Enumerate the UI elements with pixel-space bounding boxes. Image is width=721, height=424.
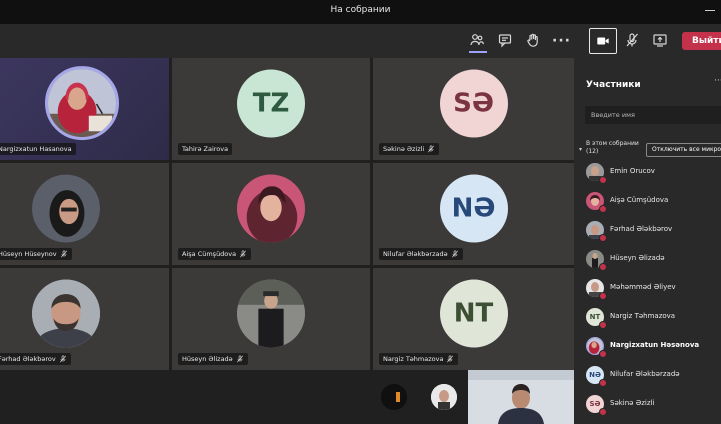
participant-tile[interactable]: Nargizxatun Hasanova — [0, 58, 169, 160]
panel-more-icon[interactable]: ··· — [714, 76, 721, 86]
presence-busy-icon — [599, 205, 607, 213]
participant-photo — [237, 174, 305, 243]
presence-busy-icon — [599, 379, 607, 387]
mic-off-icon — [59, 355, 66, 363]
participant-photo — [32, 174, 100, 243]
tile-name-label: Nargizxatun Hasanova — [0, 143, 76, 155]
title-bar: На собрании — [0, 0, 721, 24]
self-video-preview[interactable] — [468, 370, 574, 424]
mic-off-icon[interactable] — [623, 32, 641, 50]
participant-name: Aişə Cümşüdova — [610, 196, 669, 204]
participant-name: Emin Orucov — [610, 167, 655, 175]
mic-off-icon — [451, 250, 458, 258]
participant-tile[interactable]: Hüseyn Hüseynov — [0, 163, 169, 265]
tile-name-label: Hüseyn Əlizadə — [178, 353, 248, 365]
participant-tile[interactable]: Aişa Cümşüdova — [172, 163, 370, 265]
participant-tile[interactable]: Hüseyn Əlizadə — [172, 268, 370, 370]
presence-busy-icon — [599, 408, 607, 416]
participant-search-input[interactable] — [585, 106, 721, 124]
initials-avatar: SƏ — [439, 69, 508, 138]
minimize-icon[interactable] — [705, 10, 715, 11]
initials-avatar: NƏ — [439, 174, 508, 243]
tile-name-label: Hüseyn Hüseynov — [0, 248, 72, 260]
participant-tile[interactable]: SƏ Səkinə Əzizli — [373, 58, 574, 160]
more-icon[interactable]: ··· — [552, 32, 570, 50]
raise-hand-icon[interactable] — [524, 32, 542, 50]
tile-name-label: Nargiz Təhmazova — [379, 353, 459, 365]
leave-button[interactable]: Выйти — [682, 32, 721, 50]
participant-tile[interactable]: Fərhad Ələkbərov — [0, 268, 169, 370]
participant-list-item[interactable]: SƏ Səkinə Əzizli — [574, 390, 721, 418]
participant-list-item[interactable]: Məhəmməd Əliyev — [574, 274, 721, 302]
participant-tile[interactable]: NƏ Nilufar Ələkbərzadə — [373, 163, 574, 265]
participant-mini-avatar[interactable] — [431, 384, 457, 410]
participant-list-item[interactable]: Emin Orucov — [574, 158, 721, 186]
participants-panel: Участники ··· ▾ В этом собрании(12) Откл… — [574, 58, 721, 424]
participant-name: Məhəmməd Əliyev — [610, 283, 676, 291]
participant-list-item[interactable]: NT Nargiz Təhmazova — [574, 303, 721, 331]
presence-busy-icon — [599, 263, 607, 271]
participants-active-indicator — [469, 51, 487, 53]
tile-name-label: Fərhad Ələkbərov — [0, 353, 71, 365]
chevron-down-icon[interactable]: ▾ — [579, 146, 582, 153]
participant-photo — [45, 66, 119, 141]
mic-off-icon — [236, 355, 243, 363]
presence-busy-icon — [599, 176, 607, 184]
meeting-toolbar: ··· Выйти — [0, 24, 721, 58]
initials-avatar: NT — [439, 279, 508, 348]
tile-name-label: Aişa Cümşüdova — [178, 248, 252, 260]
participant-name: Səkinə Əzizli — [610, 399, 655, 407]
video-grid: Nargizxatun Hasanova TZ Tahirə Zairova S… — [0, 58, 574, 370]
participant-list-item[interactable]: NƏ Nilufar Ələkbərzadə — [574, 361, 721, 389]
camera-icon — [597, 37, 609, 45]
camera-button[interactable] — [589, 28, 617, 54]
share-screen-icon[interactable] — [651, 32, 669, 50]
participant-name: Nargiz Təhmazova — [610, 312, 676, 320]
chat-icon[interactable] — [496, 32, 514, 50]
mic-off-icon — [240, 250, 247, 258]
participant-name: Hüseyn Əlizadə — [610, 254, 665, 262]
panel-title: Участники — [586, 80, 641, 90]
mute-all-button[interactable]: Отключить все микрофоны — [646, 143, 721, 157]
presence-busy-icon — [599, 292, 607, 300]
mic-off-icon — [447, 355, 454, 363]
mic-off-icon — [60, 250, 67, 258]
participant-list-item[interactable]: Nargizxatun Həsənova — [574, 332, 721, 360]
participant-name: Fərhad Ələkbərov — [610, 225, 673, 233]
tile-name-label: Tahirə Zairova — [178, 143, 233, 155]
participant-list-item[interactable]: Fərhad Ələkbərov — [574, 216, 721, 244]
participant-photo — [32, 279, 100, 348]
tile-name-label: Səkinə Əzizli — [379, 143, 440, 155]
participant-photo — [237, 279, 305, 348]
participant-tile[interactable]: NT Nargiz Təhmazova — [373, 268, 574, 370]
window-title: На собрании — [330, 5, 391, 15]
presence-busy-icon — [599, 350, 607, 358]
participants-icon[interactable] — [468, 32, 486, 50]
in-meeting-section-label[interactable]: В этом собрании (12) — [586, 140, 639, 156]
participant-tile[interactable]: TZ Tahirə Zairova — [172, 58, 370, 160]
tile-name-label: Nilufar Ələkbərzadə — [379, 248, 463, 260]
initials-avatar: TZ — [237, 69, 305, 138]
participant-list-item[interactable]: Hüseyn Əlizadə — [574, 245, 721, 273]
participant-name: Nargizxatun Həsənova — [610, 341, 700, 349]
presence-busy-icon — [599, 234, 607, 242]
mic-off-icon — [428, 145, 435, 153]
presence-busy-icon — [599, 321, 607, 329]
participant-name: Nilufar Ələkbərzadə — [610, 370, 680, 378]
participant-mini-avatar[interactable] — [381, 384, 407, 410]
participant-list-item[interactable]: Aişə Cümşüdova — [574, 187, 721, 215]
